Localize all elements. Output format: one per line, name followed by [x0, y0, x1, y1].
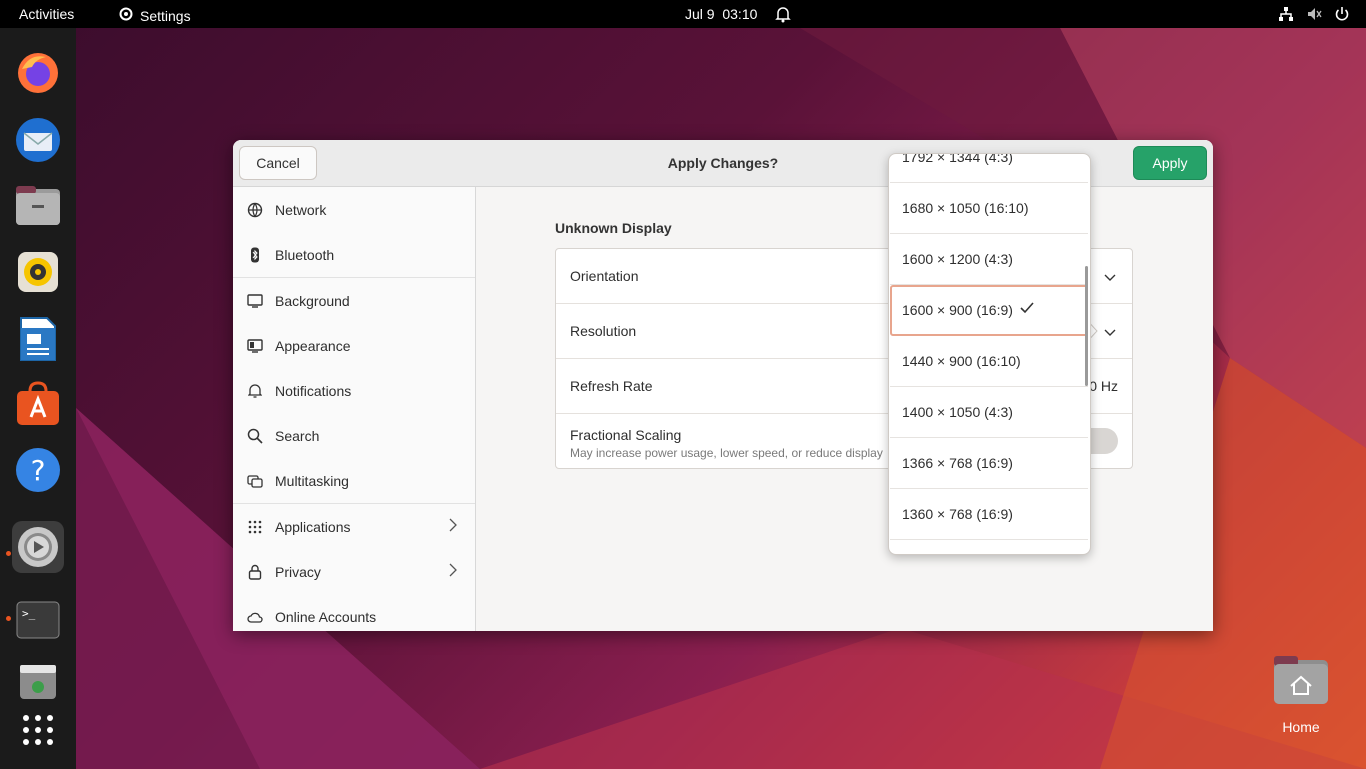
search-icon [246, 427, 264, 445]
sidebar-item-appearance[interactable]: Appearance [233, 323, 475, 368]
apply-button[interactable]: Apply [1133, 146, 1207, 180]
sidebar-item-label: Search [275, 427, 320, 444]
resolution-option[interactable]: 1366 × 768 (16:9) [890, 438, 1088, 489]
checkmark-icon [1020, 301, 1034, 317]
sidebar-item-label: Background [275, 292, 350, 309]
settings-icon [18, 527, 58, 567]
dock-trash[interactable] [12, 655, 64, 707]
chevron-down-icon [1104, 324, 1116, 342]
power-icon [1334, 6, 1350, 25]
dock: ? >_ [0, 28, 76, 769]
top-bar: Activities Settings Jul 9 03:10 [0, 0, 1366, 28]
bluetooth-icon [246, 246, 264, 264]
sidebar-item-online-accounts[interactable]: Online Accounts [233, 594, 475, 631]
dock-app-center[interactable] [12, 378, 64, 430]
refresh-rate-label: Refresh Rate [570, 378, 653, 394]
sidebar-item-applications[interactable]: Applications [233, 504, 475, 549]
fractional-scaling-description: May increase power usage, lower speed, o… [570, 446, 883, 460]
dock-thunderbird[interactable] [12, 114, 64, 166]
rhythmbox-icon [18, 252, 58, 292]
trash-icon [20, 665, 56, 699]
files-icon [16, 186, 60, 225]
lock-icon [246, 563, 264, 581]
dock-files[interactable] [12, 180, 64, 232]
activities-button[interactable]: Activities [19, 6, 74, 22]
dock-help[interactable]: ? [12, 444, 64, 496]
sidebar-item-label: Multitasking [275, 472, 349, 489]
multitasking-icon [246, 472, 264, 490]
resolution-option[interactable]: 1360 × 768 (16:9) [890, 489, 1088, 540]
sidebar-item-background[interactable]: Background [233, 278, 475, 323]
display-panel: Unknown Display Orientation Resolution R… [476, 187, 1213, 631]
thunderbird-icon [16, 118, 60, 162]
help-icon: ? [16, 448, 60, 492]
dock-rhythmbox[interactable] [12, 246, 64, 298]
app-center-icon [17, 381, 59, 425]
settings-gear-icon [118, 6, 134, 25]
terminal-icon: >_ [16, 601, 60, 639]
running-indicator [6, 616, 11, 621]
sidebar-item-privacy[interactable]: Privacy [233, 549, 475, 594]
refresh-rate-value: 0 Hz [1089, 378, 1118, 394]
sidebar-item-search[interactable]: Search [233, 413, 475, 458]
chevron-down-icon [1104, 269, 1116, 287]
firefox-icon [18, 53, 58, 93]
dock-firefox[interactable] [12, 47, 64, 99]
appearance-icon [246, 337, 264, 355]
resolution-label: Resolution [570, 323, 637, 339]
resolution-popover: 1792 × 1344 (4:3) 1680 × 1050 (16:10) 16… [888, 153, 1091, 555]
clock-date: Jul 9 [685, 6, 715, 22]
sidebar-item-label: Bluetooth [275, 246, 335, 263]
display-name: Unknown Display [555, 220, 672, 236]
app-menu[interactable]: Settings [118, 6, 191, 25]
svg-text:>_: >_ [22, 607, 36, 620]
sidebar-item-notifications[interactable]: Notifications [233, 368, 475, 413]
resolution-option[interactable]: 1680 × 1050 (16:10) [890, 183, 1088, 234]
fractional-scaling-label: Fractional Scaling [570, 427, 682, 443]
running-indicator [6, 551, 11, 556]
grid-icon [246, 518, 264, 536]
clock[interactable]: Jul 9 03:10 [685, 6, 757, 22]
volume-muted-icon [1306, 6, 1322, 25]
system-tray[interactable] [1278, 6, 1350, 25]
resolution-option[interactable]: 1792 × 1344 (4:3) [890, 154, 1088, 183]
sidebar: Network Bluetooth Background Appearance … [233, 187, 476, 631]
chevron-right-icon [449, 563, 457, 580]
cloud-icon [246, 608, 264, 626]
dock-terminal[interactable]: >_ [12, 594, 64, 646]
app-name: Settings [140, 7, 191, 24]
sidebar-item-multitasking[interactable]: Multitasking [233, 458, 475, 503]
chevron-right-icon [449, 518, 457, 535]
home-folder-icon [1274, 656, 1328, 704]
orientation-label: Orientation [570, 268, 639, 284]
resolution-option-selected[interactable]: 1600 × 900 (16:9) [890, 285, 1088, 336]
sidebar-item-label: Privacy [275, 563, 321, 580]
network-wired-icon [1278, 6, 1294, 25]
home-label: Home [1282, 719, 1320, 735]
sidebar-item-network[interactable]: Network [233, 187, 475, 232]
alarm-icon [775, 5, 791, 26]
bell-icon [246, 382, 264, 400]
monitor-icon [246, 292, 264, 310]
sidebar-item-label: Appearance [275, 337, 351, 354]
sidebar-item-label: Applications [275, 518, 351, 535]
resolution-option[interactable]: 1600 × 1200 (4:3) [890, 234, 1088, 285]
show-apps-button[interactable] [12, 704, 64, 756]
libreoffice-writer-icon [20, 317, 56, 361]
sidebar-item-label: Notifications [275, 382, 352, 399]
globe-icon [246, 201, 264, 219]
popover-scrollbar[interactable] [1085, 266, 1088, 386]
sidebar-item-label: Online Accounts [275, 608, 377, 625]
dock-writer[interactable] [12, 313, 64, 365]
show-apps-icon [23, 715, 53, 745]
sidebar-item-label: Network [275, 201, 327, 218]
clock-time: 03:10 [722, 6, 758, 22]
sidebar-item-bluetooth[interactable]: Bluetooth [233, 232, 475, 277]
resolution-option[interactable]: 1440 × 900 (16:10) [890, 336, 1088, 387]
svg-text:?: ? [31, 454, 46, 487]
dock-settings[interactable] [12, 521, 64, 573]
desktop-home[interactable]: Home [1266, 654, 1336, 735]
resolution-option[interactable]: 1400 × 1050 (4:3) [890, 387, 1088, 438]
